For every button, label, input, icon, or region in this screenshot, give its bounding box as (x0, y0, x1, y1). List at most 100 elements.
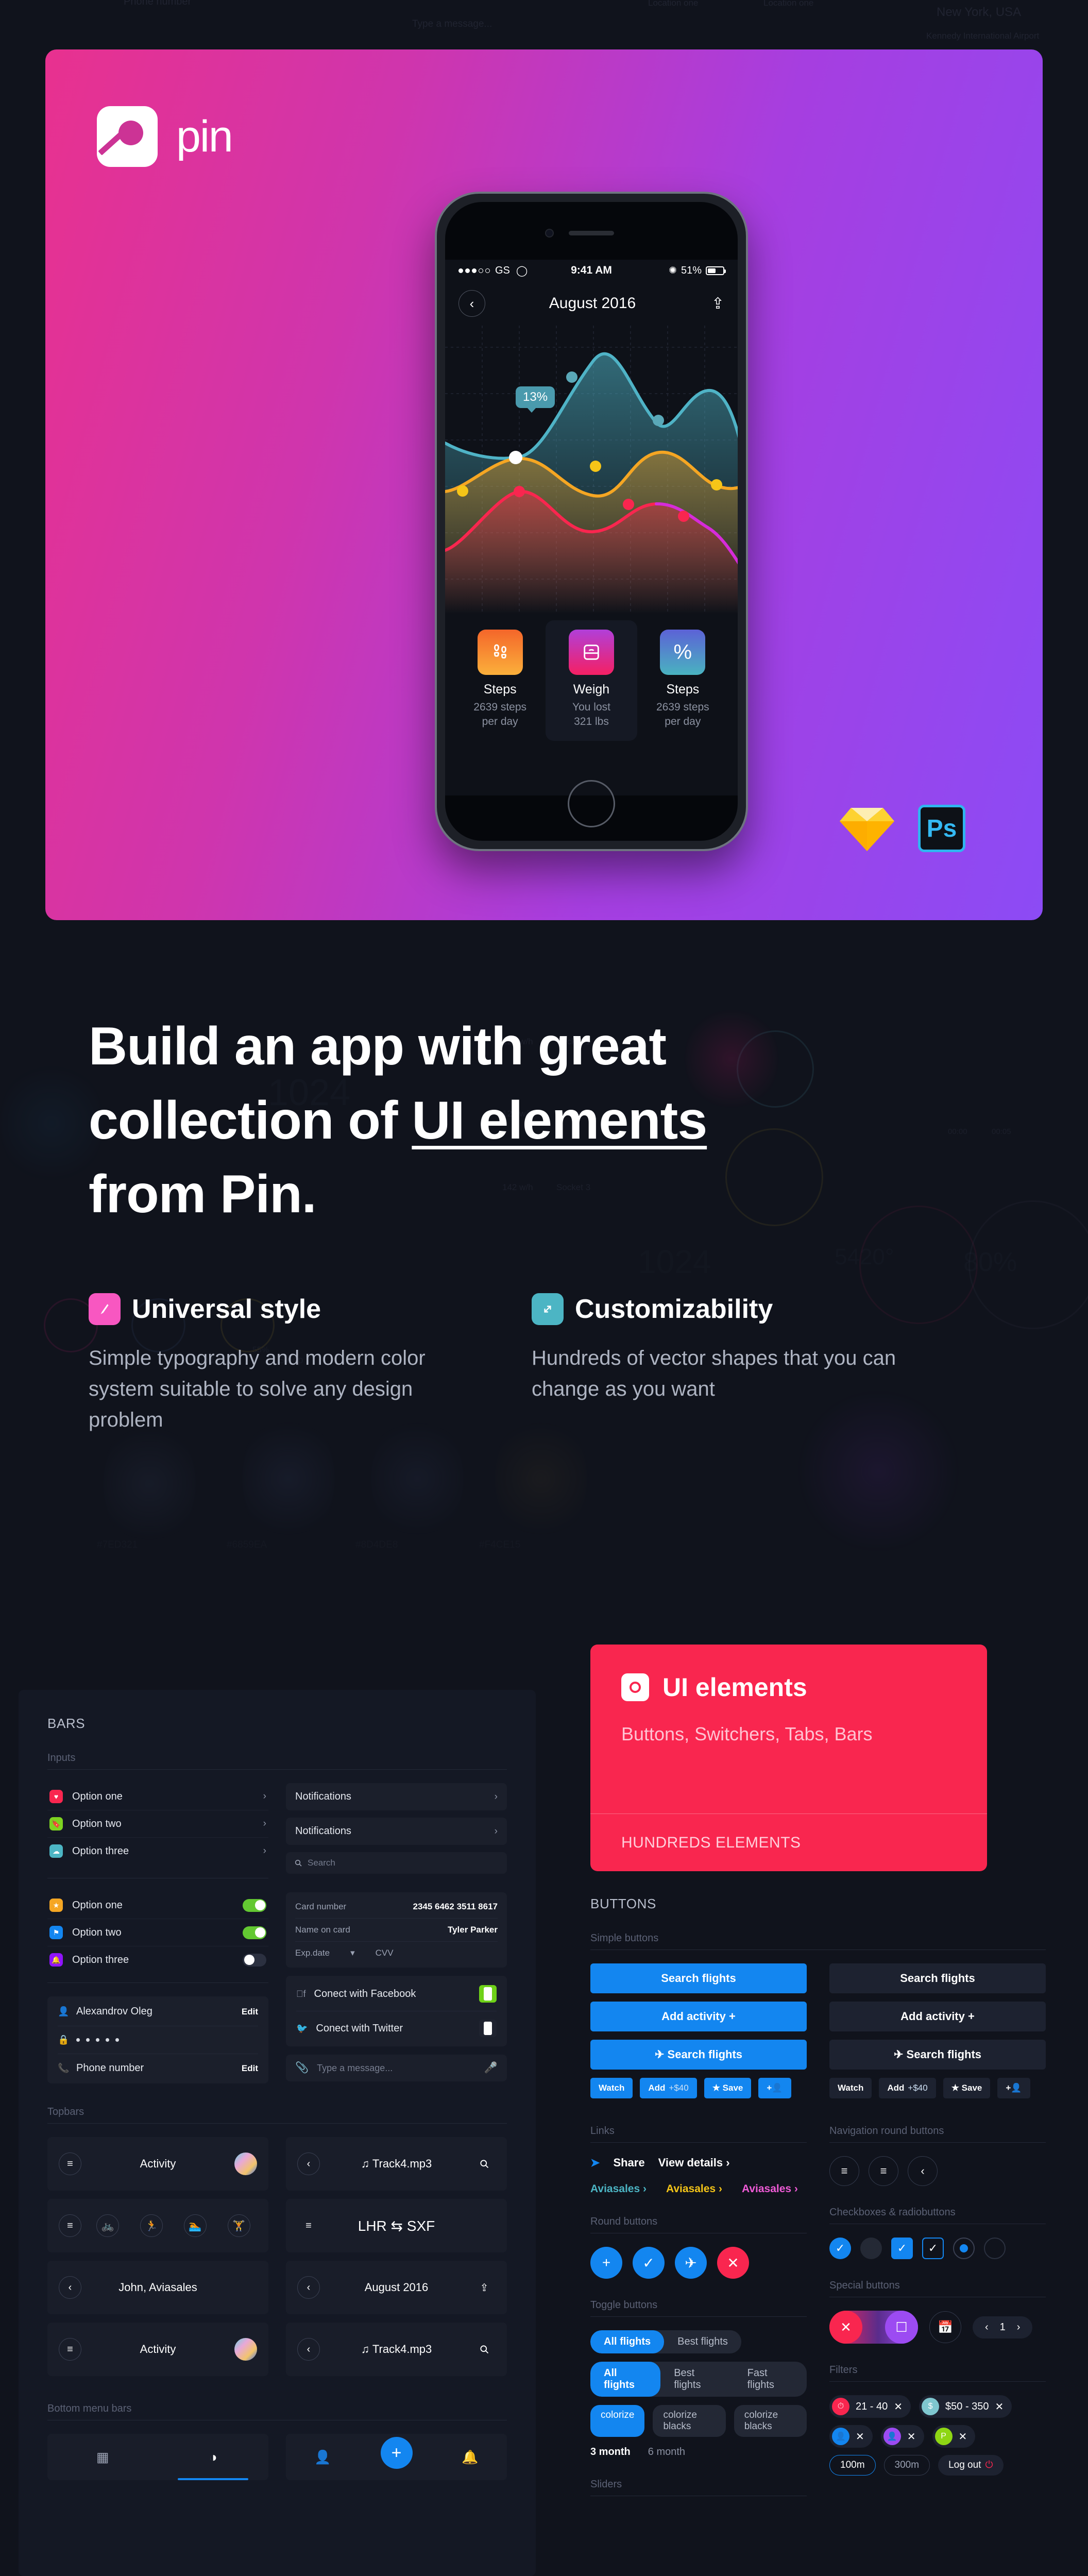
switch-off[interactable] (479, 2020, 497, 2037)
chip-colorize-blacks-2[interactable]: colorize blacks (734, 2405, 807, 2437)
bike-icon[interactable]: 🚲 (96, 2214, 120, 2237)
stat-card-steps-1[interactable]: Steps 2639 steps per day (454, 620, 546, 741)
search-flights-button[interactable]: Search flights (590, 1963, 807, 1993)
menu-icon[interactable]: ≡ (59, 2338, 81, 2361)
list-item[interactable]: ★ Option one (47, 1892, 268, 1919)
topbar-activity[interactable]: ≡ Activity (47, 2137, 268, 2191)
plane-round-button[interactable]: ✈ (675, 2247, 707, 2279)
list-item[interactable]: ⚑ Option two (47, 1919, 268, 1946)
logout-button[interactable]: Log out ⏻ (938, 2455, 1004, 2476)
filter-tag-user-blue[interactable]: 👤 ✕ (829, 2425, 873, 2448)
segment-all-flights[interactable]: All flights (590, 2330, 665, 2353)
stat-card-steps-2[interactable]: % Steps 2639 steps per day (637, 620, 728, 741)
back-icon[interactable]: ‹ (59, 2276, 81, 2299)
check-round-button[interactable]: ✓ (633, 2247, 665, 2279)
list-item[interactable]: 🔔 Option three (47, 1946, 268, 1973)
share-link[interactable]: Share (613, 2156, 644, 2170)
segment-best-flights[interactable]: Best flights (664, 2330, 741, 2353)
search-flights-ghost-button[interactable]: Search flights (829, 1963, 1046, 1993)
search-input[interactable]: Search (286, 1852, 507, 1874)
search-flights-plane-button[interactable]: ✈ Search flights (590, 2040, 807, 2070)
list-item[interactable]: ☁ Option three › (47, 1838, 268, 1865)
back-icon[interactable]: ‹ (297, 2153, 320, 2175)
ui-elements-card[interactable]: UI elements Buttons, Switchers, Tabs, Ba… (590, 1645, 987, 1871)
segment-all-flights[interactable]: All flights (590, 2362, 661, 2397)
grid-icon[interactable]: ▦ (47, 2434, 158, 2480)
search-flights-plane-ghost-button[interactable]: ✈ Search flights (829, 2040, 1046, 2070)
chip-colorize[interactable]: colorize (590, 2405, 645, 2437)
facebook-row[interactable]: f Conect with Facebook (296, 1977, 497, 2011)
radio-selected[interactable] (953, 2238, 975, 2259)
aviasales-link-yellow[interactable]: Aviasales › (666, 2183, 722, 2195)
save-button[interactable]: ★ Save (704, 2078, 752, 2098)
round-checkbox-unchecked[interactable] (860, 2238, 882, 2259)
watch-button[interactable]: Watch (590, 2078, 633, 2098)
add-activity-button[interactable]: Add activity + (590, 2002, 807, 2031)
topbar-august[interactable]: ‹ August 2016 ⇪ (286, 2261, 507, 2314)
list-item[interactable]: 🔖 Option two › (47, 1810, 268, 1838)
card-exp-row[interactable]: Exp.date ▾ CVV (295, 1942, 498, 1964)
crop-icon[interactable]: ☐ (885, 2311, 918, 2344)
filter-tag-user-purple[interactable]: 👤 ✕ (880, 2425, 924, 2448)
toggle-switch[interactable] (243, 1953, 266, 1967)
calendar-icon[interactable]: 📅 (929, 2311, 961, 2343)
avatar[interactable] (234, 2153, 257, 2175)
contrast-icon[interactable]: ◑ (158, 2434, 269, 2480)
square-checkbox-outline[interactable]: ✓ (922, 2238, 944, 2259)
chevron-down-icon[interactable]: ▾ (350, 1948, 355, 1958)
topbar-activity-icons[interactable]: ≡ 🚲 🏃 🏊 🏋 (47, 2199, 268, 2252)
add-price-ghost-button[interactable]: Add +$40 (879, 2078, 936, 2098)
attachment-icon[interactable]: 📎 (295, 2062, 309, 2074)
account-name-row[interactable]: 👤 Alexandrov Oleg Edit (58, 1997, 258, 2026)
edit-button[interactable]: Edit (242, 2063, 258, 2074)
tab-6-month[interactable]: 6 month (648, 2446, 685, 2458)
search-icon[interactable] (473, 2338, 496, 2361)
stat-card-weigh[interactable]: Weigh You lost 321 lbs (546, 620, 637, 741)
view-details-link[interactable]: View details › (658, 2156, 730, 2170)
aviasales-link-pink[interactable]: Aviasales › (742, 2183, 798, 2195)
segment-fast-flights[interactable]: Fast flights (734, 2362, 807, 2397)
share-icon[interactable]: ⇪ (473, 2276, 496, 2299)
microphone-icon[interactable]: 🎤 (484, 2062, 498, 2074)
chip-colorize-blacks-1[interactable]: colorize blacks (653, 2405, 726, 2437)
bell-icon[interactable]: 🔔 (433, 2434, 507, 2480)
close-icon[interactable]: ✕ (959, 2430, 967, 2443)
add-price-button[interactable]: Add +$40 (640, 2078, 697, 2098)
menu-icon[interactable]: ≡ (59, 2214, 81, 2237)
close-icon[interactable]: ✕ (907, 2430, 916, 2443)
add-user-ghost-button[interactable]: +👤 (997, 2078, 1030, 2098)
back-button[interactable]: ‹ (458, 290, 485, 317)
square-checkbox-checked[interactable]: ✓ (891, 2238, 913, 2259)
close-icon[interactable]: ✕ (894, 2400, 903, 2413)
segment-best-flights[interactable]: Best flights (660, 2362, 734, 2397)
close-icon[interactable]: ✕ (995, 2400, 1004, 2413)
person-icon[interactable]: 👤 (286, 2434, 360, 2480)
notification-bar-2[interactable]: Notifications › (286, 1818, 507, 1845)
add-activity-ghost-button[interactable]: Add activity + (829, 2002, 1046, 2031)
menu-icon[interactable]: ≡ (59, 2153, 81, 2175)
distance-100m-button[interactable]: 100m (829, 2455, 876, 2476)
list-item[interactable]: ♥ Option one › (47, 1783, 268, 1810)
close-icon[interactable]: ✕ (829, 2311, 862, 2344)
tab-3-month[interactable]: 3 month (590, 2446, 631, 2458)
swim-icon[interactable]: 🏊 (183, 2214, 207, 2237)
menu-icon[interactable]: ≡ (297, 2214, 320, 2237)
filter-tag-age[interactable]: ⏱ 21 - 40 ✕ (829, 2395, 911, 2418)
watch-ghost-button[interactable]: Watch (829, 2078, 872, 2098)
menu-icon[interactable]: ≡ (829, 2156, 859, 2186)
close-icon[interactable]: ✕ (856, 2430, 864, 2443)
distance-300m-button[interactable]: 300m (883, 2455, 930, 2476)
topbar-john[interactable]: ‹ John, Aviasales (47, 2261, 268, 2314)
round-checkbox-checked[interactable]: ✓ (829, 2238, 851, 2259)
card-name-row[interactable]: Name on card Tyler Parker (295, 1919, 498, 1942)
add-user-button[interactable]: +👤 (758, 2078, 791, 2098)
filter-tag-price[interactable]: $ $50 - 350 ✕ (919, 2395, 1012, 2418)
run-icon[interactable]: 🏃 (140, 2214, 163, 2237)
filter-tag-user-green[interactable]: P ✕ (932, 2425, 976, 2448)
back-icon[interactable]: ‹ (297, 2338, 320, 2361)
share-button[interactable]: ⇪ (700, 295, 724, 313)
save-ghost-button[interactable]: ★ Save (943, 2078, 991, 2098)
card-number-row[interactable]: Card number 2345 6462 3511 8617 (295, 1895, 498, 1919)
topbar-route[interactable]: ≡ LHR ⇆ SXF (286, 2199, 507, 2252)
twitter-row[interactable]: 🐦 Conect with Twitter (296, 2011, 497, 2045)
